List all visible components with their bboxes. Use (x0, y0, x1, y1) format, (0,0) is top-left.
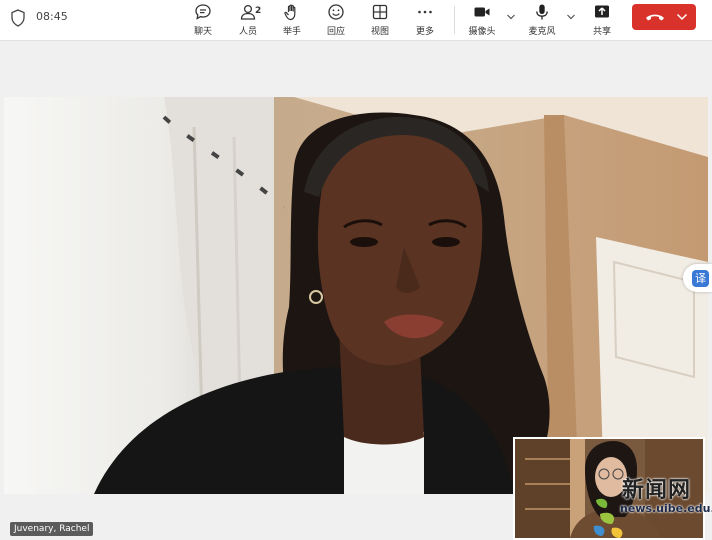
news-watermark: 新闻网 news.uibe.edu.cn (590, 472, 712, 540)
raise-hand-label: 举手 (282, 27, 301, 37)
more-button[interactable]: 更多 (405, 2, 445, 38)
translate-button[interactable]: 译 (683, 264, 712, 292)
hang-up-icon (646, 14, 664, 21)
translate-label: 译 (692, 270, 709, 287)
mic-options-chevron-icon[interactable] (566, 12, 576, 22)
watermark-title: 新闻网 (622, 478, 692, 503)
raise-hand-button[interactable]: 举手 (272, 2, 312, 38)
react-label: 回应 (326, 27, 345, 37)
participant-video-frame (4, 97, 708, 494)
watermark-url: news.uibe.edu.cn (620, 502, 712, 515)
toolbar-divider (454, 6, 455, 34)
meeting-toolbar: 08:45 聊天 2 人员 举手 回应 视图 更多 摄像头 麦克风 共享 (0, 0, 712, 41)
main-participant-video (4, 97, 708, 494)
camera-button[interactable]: 摄像头 (462, 2, 502, 38)
grid-view-icon (372, 4, 388, 20)
camera-label: 摄像头 (468, 27, 496, 37)
participant-name-tag: Juvenary, Rachel (10, 522, 94, 536)
share-label: 共享 (592, 27, 611, 37)
smiley-icon (328, 4, 344, 20)
share-screen-icon (595, 5, 609, 18)
react-button[interactable]: 回应 (316, 2, 356, 38)
people-label: 人员 (238, 27, 257, 37)
people-count-badge: 2 (255, 6, 262, 16)
ellipsis-icon (418, 10, 432, 14)
camera-options-chevron-icon[interactable] (506, 12, 516, 22)
chevron-down-icon[interactable] (676, 12, 688, 22)
video-camera-icon (474, 7, 490, 17)
shield-icon (11, 9, 25, 27)
view-button[interactable]: 视图 (360, 2, 400, 38)
mic-label: 麦克风 (528, 27, 556, 37)
chat-icon (195, 4, 211, 20)
microphone-button[interactable]: 麦克风 (522, 2, 562, 38)
share-button[interactable]: 共享 (582, 2, 622, 38)
more-label: 更多 (415, 27, 434, 37)
hand-icon (284, 4, 296, 21)
chat-button[interactable]: 聊天 (183, 2, 223, 38)
people-button[interactable]: 2 人员 (228, 2, 268, 38)
leave-call-button[interactable] (632, 4, 696, 30)
chat-label: 聊天 (193, 27, 212, 37)
microphone-icon (536, 4, 548, 20)
meeting-timer: 08:45 (36, 10, 68, 23)
view-label: 视图 (370, 27, 389, 37)
